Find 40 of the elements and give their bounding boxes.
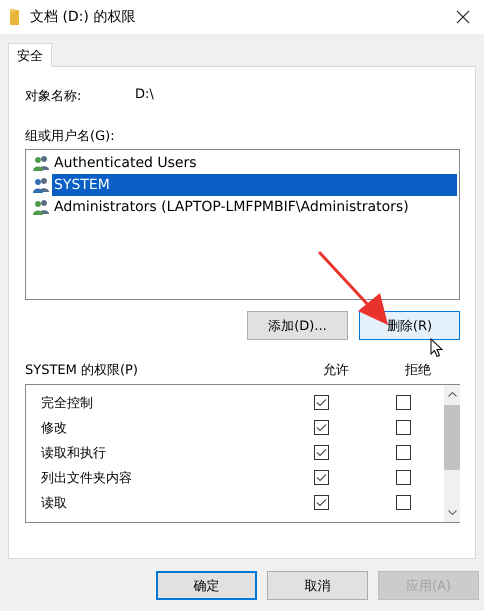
object-name-label: 对象名称:	[25, 88, 82, 105]
scroll-down-icon[interactable]	[448, 510, 456, 516]
scroll-up-icon[interactable]	[448, 391, 456, 397]
permission-name: 读取和执行	[40, 444, 107, 462]
deny-checkbox[interactable]	[396, 395, 410, 410]
users-icon	[32, 155, 50, 171]
cursor-icon	[430, 338, 443, 358]
group-item[interactable]: SYSTEM	[52, 174, 457, 196]
users-icon	[32, 199, 50, 215]
deny-checkbox[interactable]	[396, 445, 410, 460]
dialog-button[interactable]: 确定	[156, 571, 257, 600]
group-item[interactable]: Authenticated Users	[52, 152, 457, 174]
object-name-value: D:\	[135, 87, 154, 104]
deny-checkbox[interactable]	[396, 470, 410, 485]
groups-label: 组或用户名(G):	[25, 128, 116, 144]
scrollbar[interactable]	[444, 385, 460, 522]
allow-checkbox[interactable]	[314, 470, 328, 485]
deny-checkbox[interactable]	[396, 420, 410, 435]
dialog-button[interactable]: 取消	[267, 571, 368, 600]
permission-name: 完全控制	[40, 394, 94, 412]
allow-checkbox[interactable]	[314, 420, 328, 435]
deny-checkbox[interactable]	[396, 495, 410, 510]
allow-checkbox[interactable]	[314, 495, 328, 510]
dialog-button[interactable]: 添加(D)...	[247, 311, 348, 340]
allow-checkbox[interactable]	[314, 445, 328, 460]
close-icon[interactable]	[456, 10, 470, 24]
allow-checkbox[interactable]	[314, 395, 328, 410]
scroll-thumb[interactable]	[444, 405, 460, 470]
permission-name: 读取	[40, 494, 68, 512]
tab[interactable]: 安全	[8, 43, 52, 67]
permissions-label: SYSTEM 的权限(P)	[25, 362, 139, 378]
folder-icon	[10, 9, 20, 25]
dialog-button[interactable]: 删除(R)	[359, 311, 460, 340]
window-title: 文档 (D:) 的权限	[30, 8, 136, 26]
permission-name: 修改	[40, 420, 68, 436]
column-header: 拒绝	[404, 362, 432, 378]
column-header: 允许	[322, 362, 350, 378]
group-item[interactable]: Administrators (LAPTOP-LMFPMBIF\Administrators)	[52, 196, 457, 218]
users-icon	[32, 177, 50, 193]
permission-name: 列出文件夹内容	[40, 470, 133, 486]
